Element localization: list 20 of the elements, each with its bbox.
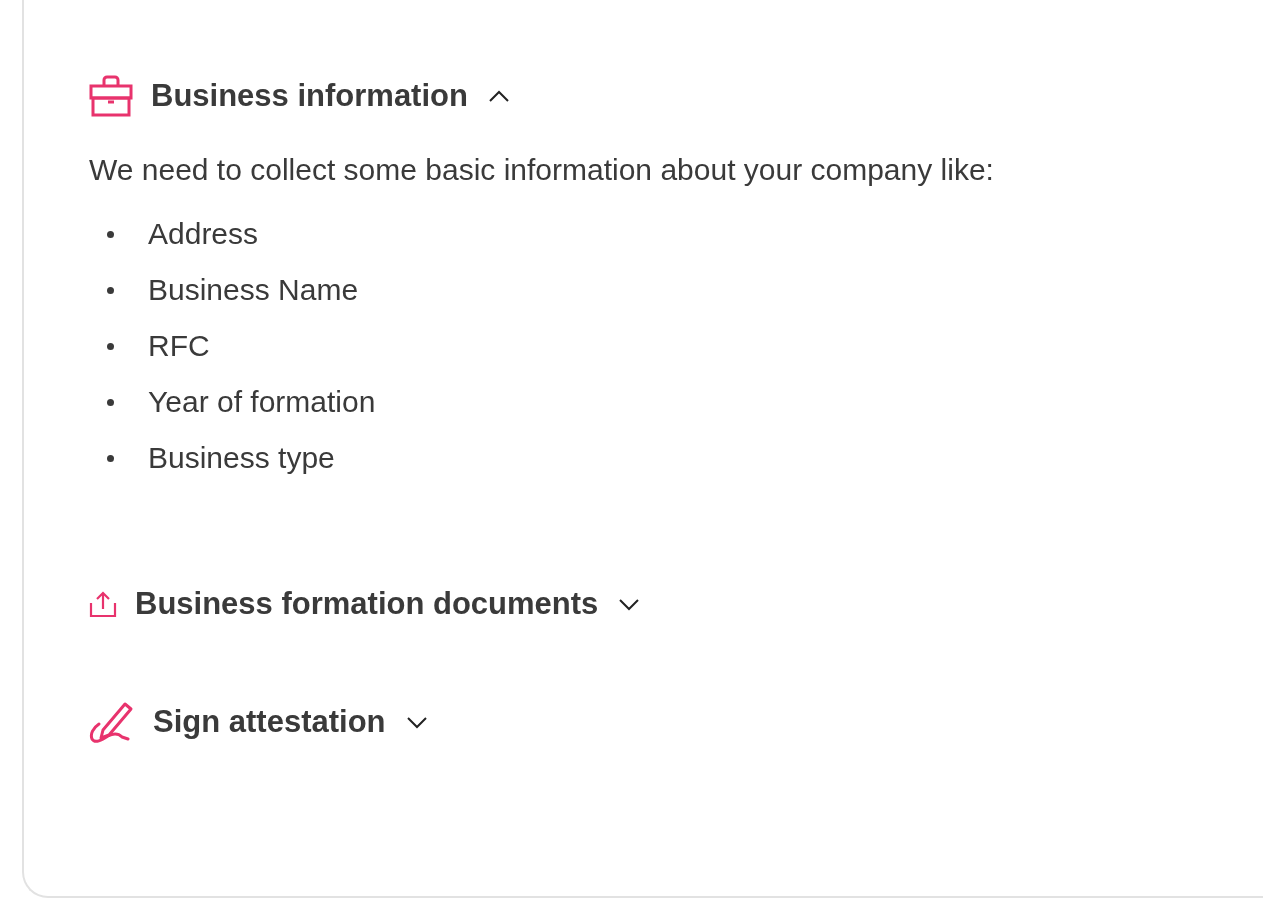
description-text: We need to collect some basic information about your company like:: [89, 152, 995, 188]
bullet-icon: [107, 230, 114, 238]
section-header[interactable]: Business information: [89, 74, 510, 118]
list-item: Business Name: [148, 273, 359, 307]
chevron-icon: [618, 596, 641, 612]
bullet-icon: [107, 398, 114, 406]
bullet-icon: [107, 454, 114, 462]
bullet-icon: [107, 286, 114, 294]
list-item: Business type: [148, 441, 335, 475]
signature-icon: [89, 700, 135, 744]
upload-icon: [89, 590, 117, 618]
list-item: Year of formation: [148, 385, 376, 419]
chevron-icon: [487, 88, 510, 104]
bullet-icon: [107, 342, 114, 350]
section-header[interactable]: Business formation documents: [89, 582, 641, 626]
chevron-icon: [405, 714, 428, 730]
list-item: Address: [148, 217, 259, 251]
section-header[interactable]: Sign attestation: [89, 700, 428, 744]
list-item: RFC: [148, 329, 210, 363]
briefcase-icon: [89, 75, 133, 117]
